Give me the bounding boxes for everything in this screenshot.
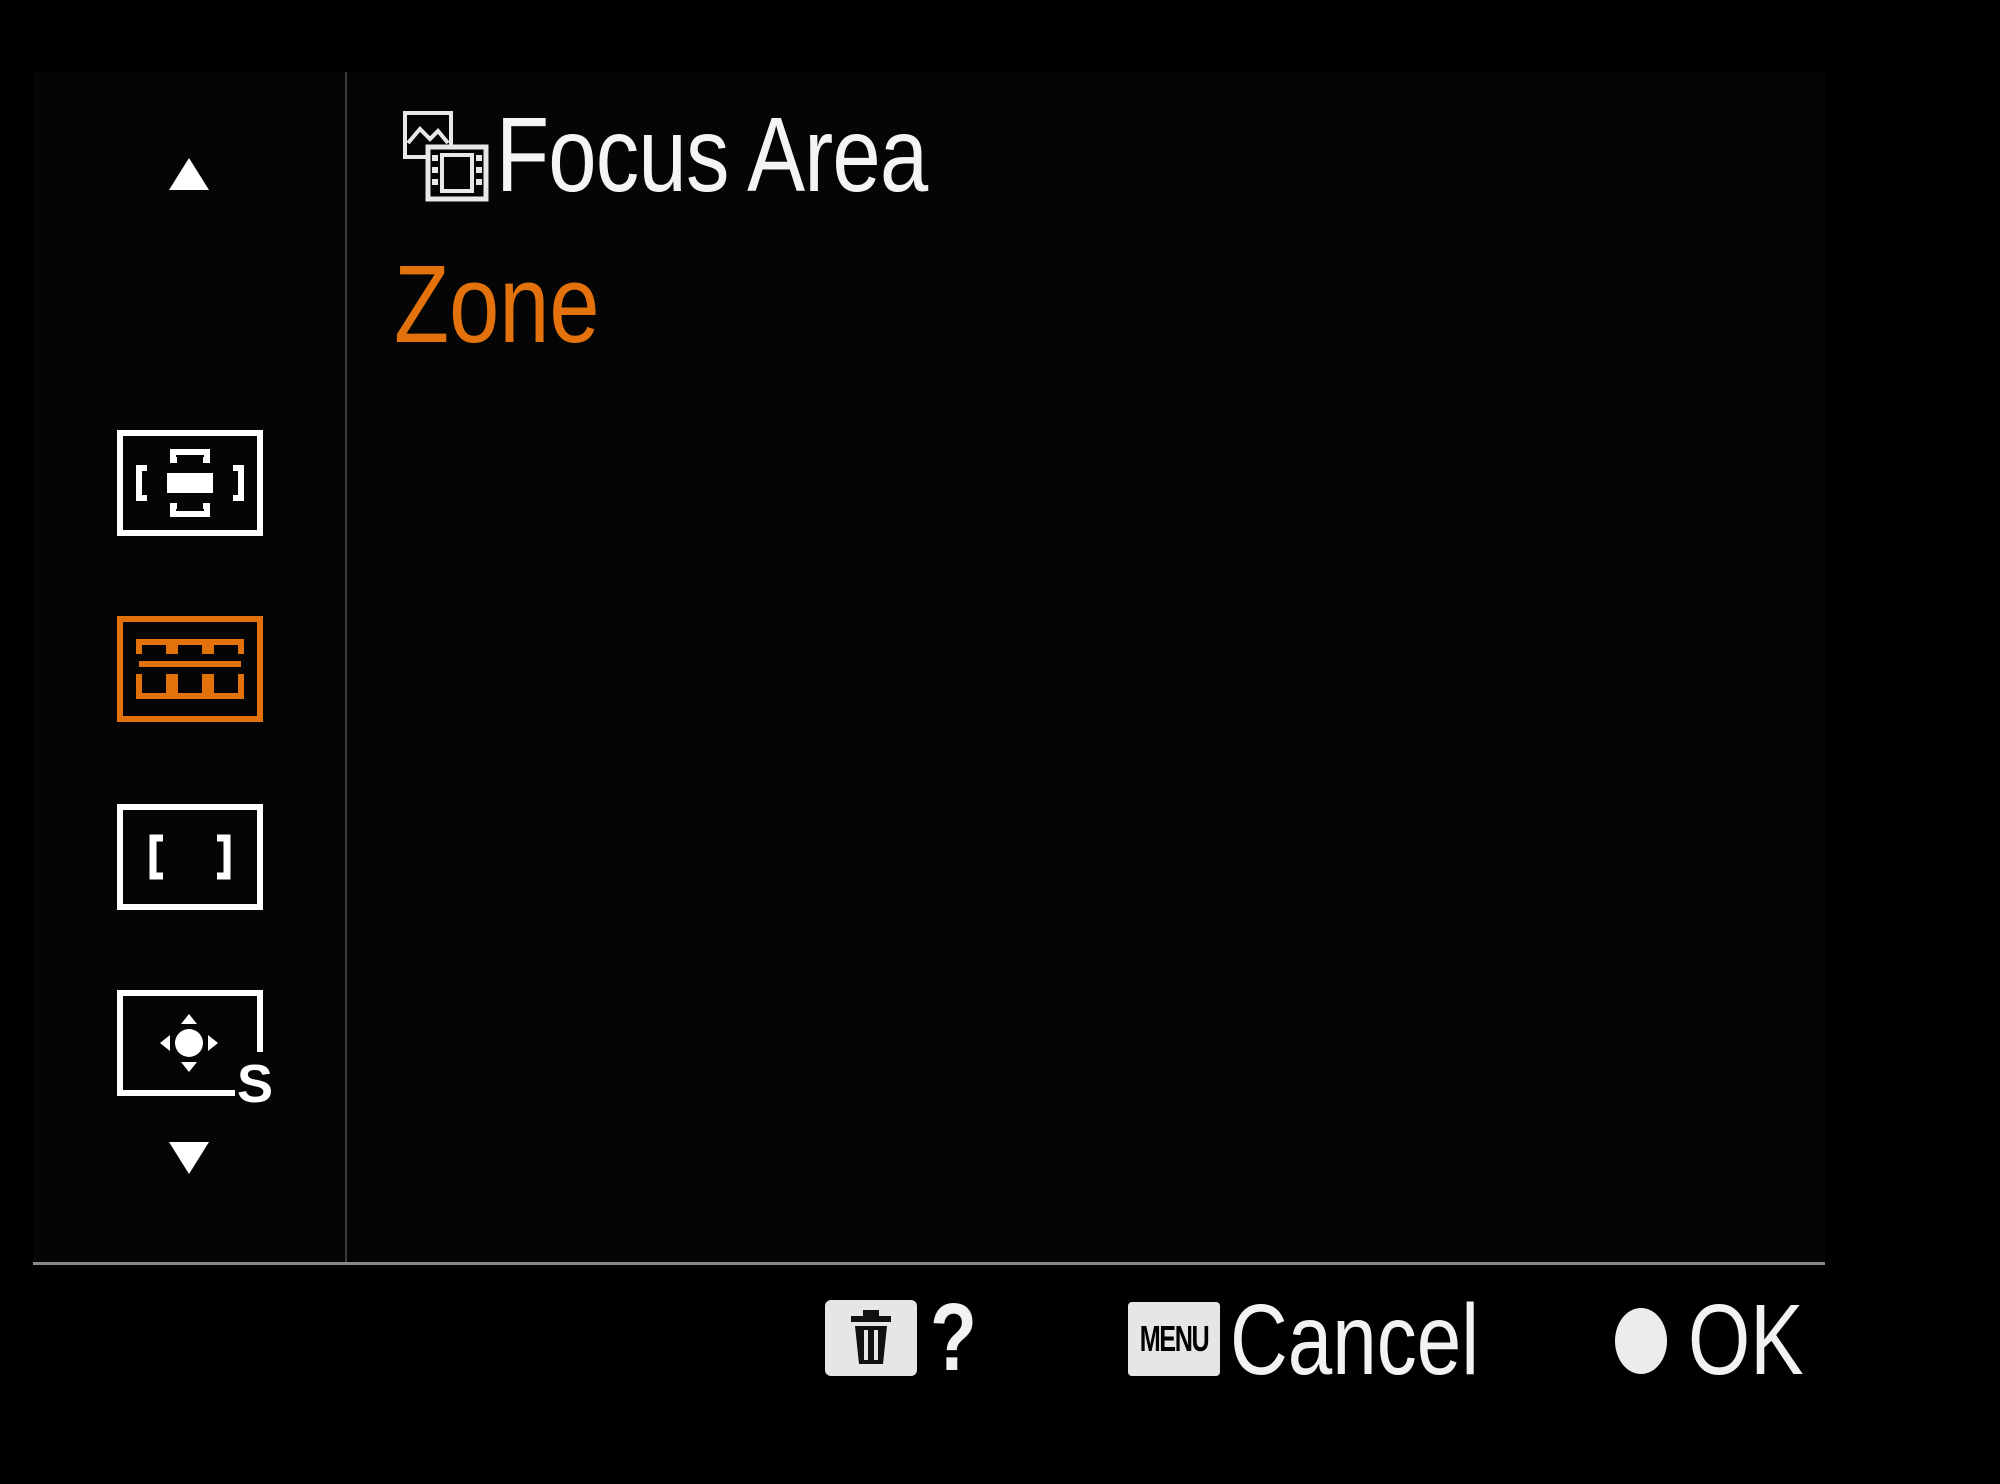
footer-divider bbox=[33, 1262, 1825, 1265]
selected-value-label: Zone bbox=[394, 243, 600, 366]
center-af-icon bbox=[117, 804, 263, 910]
scroll-down-arrow-icon[interactable] bbox=[169, 1142, 209, 1174]
still-movie-icon bbox=[403, 111, 489, 202]
ok-label[interactable]: OK bbox=[1688, 1290, 1804, 1390]
menu-title-row: Focus Area bbox=[402, 100, 1022, 210]
menu-key[interactable]: MENU bbox=[1128, 1302, 1220, 1376]
trash-icon bbox=[851, 1310, 891, 1364]
cancel-label[interactable]: Cancel bbox=[1230, 1290, 1479, 1390]
page-title: Focus Area bbox=[496, 96, 928, 214]
center-button-icon[interactable] bbox=[1615, 1308, 1667, 1374]
delete-help-key[interactable] bbox=[825, 1300, 917, 1376]
menu-key-label: MENU bbox=[1139, 1318, 1210, 1359]
option-wide[interactable] bbox=[117, 430, 263, 536]
flexible-spot-s-af-icon: S bbox=[117, 990, 273, 1110]
option-zone[interactable] bbox=[117, 616, 263, 722]
option-flexible-spot-s[interactable]: S bbox=[117, 990, 277, 1110]
zone-af-icon bbox=[117, 616, 263, 722]
svg-text:S: S bbox=[237, 1054, 273, 1110]
wide-af-icon bbox=[117, 430, 263, 536]
help-label: ? bbox=[930, 1284, 977, 1391]
option-center[interactable] bbox=[117, 804, 263, 910]
scroll-up-arrow-icon[interactable] bbox=[169, 158, 209, 190]
vertical-divider bbox=[345, 72, 347, 1264]
